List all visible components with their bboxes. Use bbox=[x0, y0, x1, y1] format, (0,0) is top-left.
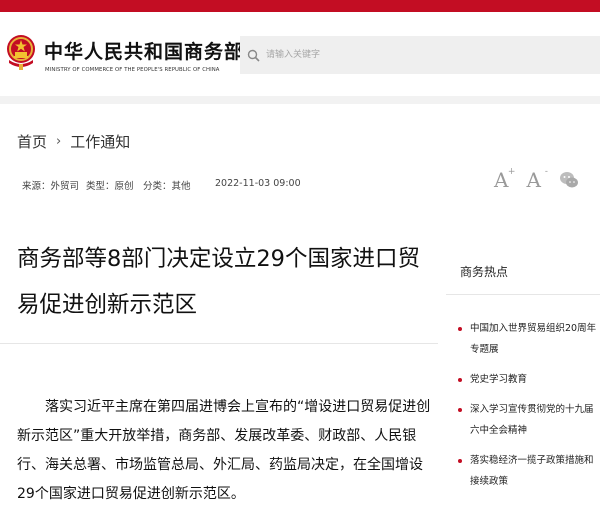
meta-category: 分类：其他 bbox=[143, 181, 191, 192]
font-increase-button[interactable]: A + bbox=[494, 167, 515, 192]
sidebar-divider bbox=[446, 294, 600, 295]
meta-source: 来源：外贸司 bbox=[22, 181, 80, 192]
bullet-dot bbox=[458, 378, 462, 382]
search-input[interactable] bbox=[266, 45, 566, 65]
breadcrumb-current[interactable]: 工作通知 bbox=[70, 131, 130, 152]
breadcrumb: 首页 › 工作通知 bbox=[17, 131, 130, 152]
hot-topic-link[interactable]: 深入学习宣传贯彻党的十九届六中全会精神 bbox=[470, 404, 594, 436]
article-meta: 来源：外贸司 类型：原创 分类：其他 2022-11-03 09:00 bbox=[22, 178, 301, 192]
national-emblem-logo[interactable] bbox=[5, 32, 37, 72]
site-header: 中华人民共和国商务部 MINISTRY OF COMMERCE OF THE P… bbox=[0, 12, 600, 96]
content-divider bbox=[0, 343, 438, 344]
header-divider-band bbox=[0, 96, 600, 104]
breadcrumb-home-link[interactable]: 首页 bbox=[17, 131, 47, 152]
site-name-english: MINISTRY OF COMMERCE OF THE PEOPLE'S REP… bbox=[45, 67, 220, 73]
article-title: 商务部等8部门决定设立29个国家进口贸易促进创新示范区 bbox=[17, 246, 420, 318]
font-decrease-label: A bbox=[526, 168, 541, 192]
bullet-dot bbox=[458, 459, 462, 463]
breadcrumb-separator: › bbox=[56, 134, 62, 149]
hot-topic-link[interactable]: 中国加入世界贸易组织20周年专题展 bbox=[470, 323, 596, 355]
search-box bbox=[240, 36, 600, 74]
hot-topic-item[interactable]: 党史学习教育 bbox=[458, 369, 600, 390]
font-increase-label: A bbox=[494, 168, 509, 192]
sidebar-title: 商务热点 bbox=[460, 265, 509, 279]
hot-topic-link[interactable]: 落实稳经济一揽子政策措施和接续政策 bbox=[470, 455, 594, 487]
bullet-dot bbox=[458, 327, 462, 331]
search-icon[interactable] bbox=[247, 49, 260, 62]
wechat-icon[interactable] bbox=[559, 170, 579, 190]
bullet-dot bbox=[458, 408, 462, 412]
font-decrease-button[interactable]: A- bbox=[526, 167, 547, 192]
article-tools: A + A- bbox=[494, 167, 579, 192]
hot-topic-item[interactable]: 落实稳经济一揽子政策措施和接续政策 bbox=[458, 450, 600, 492]
meta-type: 类型：原创 bbox=[86, 181, 134, 192]
hot-topic-link[interactable]: 党史学习教育 bbox=[470, 374, 527, 385]
site-name[interactable]: 中华人民共和国商务部 bbox=[44, 37, 244, 64]
hot-topic-item[interactable]: 深入学习宣传贯彻党的十九届六中全会精神 bbox=[458, 399, 600, 441]
meta-datetime: 2022-11-03 09:00 bbox=[215, 178, 301, 189]
top-red-bar bbox=[0, 0, 600, 12]
font-decrease-mark: - bbox=[544, 167, 548, 177]
hot-topics-list: 中国加入世界贸易组织20周年专题展 党史学习教育 深入学习宣传贯彻党的十九届六中… bbox=[458, 318, 600, 501]
font-increase-mark: + bbox=[507, 167, 516, 177]
hot-topic-item[interactable]: 中国加入世界贸易组织20周年专题展 bbox=[458, 318, 600, 360]
article-body: 落实习近平主席在第四届进博会上宣布的“增设进口贸易促进创新示范区”重大开放举措，… bbox=[17, 399, 431, 502]
